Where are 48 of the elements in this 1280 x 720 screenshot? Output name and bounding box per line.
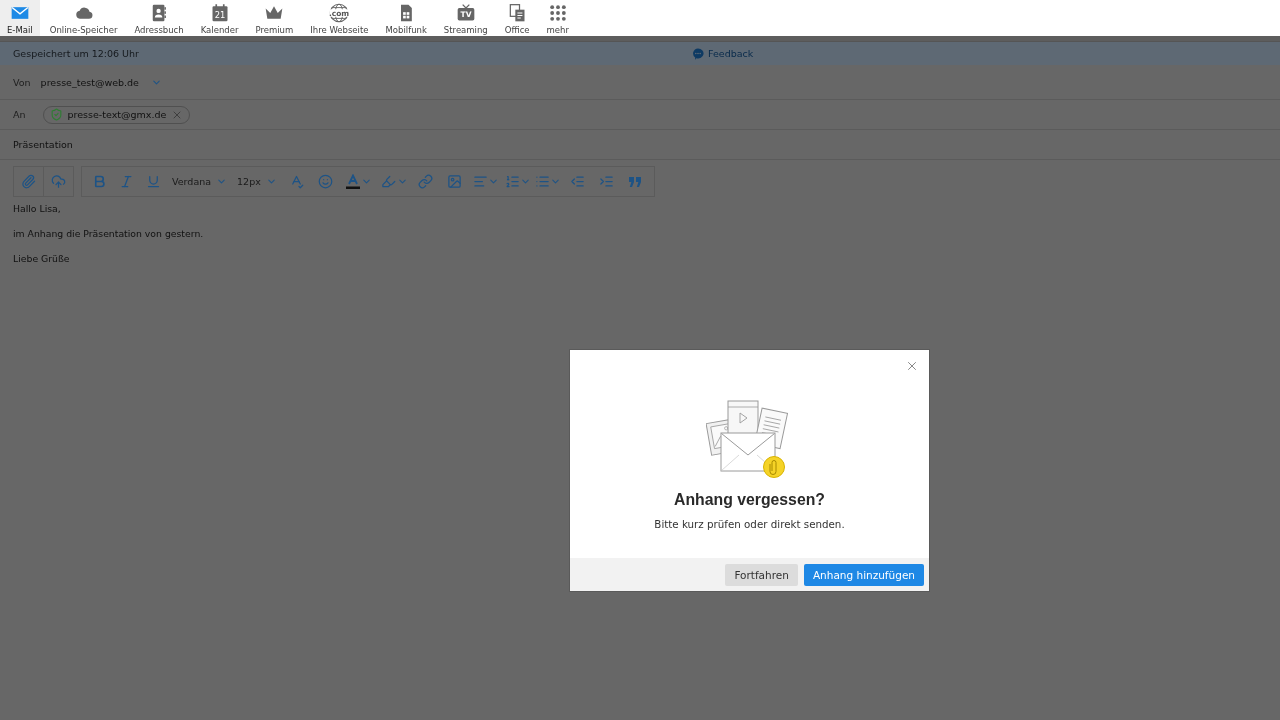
bold-icon[interactable] <box>92 174 107 189</box>
emoji-icon[interactable] <box>317 174 333 189</box>
nav-tab[interactable]: TV Streaming <box>436 0 495 36</box>
nav-tab[interactable]: Adressbuch <box>127 0 191 36</box>
close-icon[interactable] <box>905 359 919 373</box>
quote-icon[interactable] <box>628 176 641 187</box>
dialog-message: Bitte kurz prüfen oder direkt senden. <box>654 518 845 530</box>
nav-tab[interactable]: .com Ihre Webseite <box>303 0 376 36</box>
image-icon[interactable] <box>446 174 462 189</box>
continue-button[interactable]: Fortfahren <box>725 563 798 586</box>
nav-tab[interactable]: mehr <box>539 0 576 36</box>
nav-tab[interactable]: Office <box>497 0 537 36</box>
highlighter-icon[interactable] <box>380 174 396 189</box>
nav-tab[interactable]: 21 Kalender <box>193 0 246 36</box>
chevron-down-icon[interactable] <box>216 176 228 187</box>
bullet-list-icon[interactable] <box>534 174 550 189</box>
to-label: An <box>13 109 26 120</box>
chevron-down-icon[interactable] <box>519 176 531 187</box>
underline-icon[interactable] <box>146 174 161 189</box>
dialog-title: Anhang vergessen? <box>674 491 825 509</box>
chevron-down-icon[interactable] <box>265 176 277 187</box>
chevron-down-icon[interactable] <box>396 176 408 187</box>
link-icon[interactable] <box>417 174 433 189</box>
italic-icon[interactable] <box>119 174 134 189</box>
add-attachment-button[interactable]: Anhang hinzufügen <box>803 563 924 586</box>
nav-tab[interactable]: Premium <box>248 0 301 36</box>
documents-icon <box>507 3 528 23</box>
message-paragraph: im Anhang die Präsentation von gestern. <box>13 227 205 241</box>
globe-icon: .com <box>329 3 350 23</box>
cloud-upload-icon[interactable] <box>51 174 66 189</box>
outdent-icon[interactable] <box>569 174 585 189</box>
nav-tab[interactable]: Mobilfunk <box>378 0 434 36</box>
text-color-icon[interactable] <box>345 174 360 189</box>
app-grid-icon <box>547 3 568 23</box>
indent-icon[interactable] <box>598 174 614 189</box>
chevron-down-icon[interactable] <box>487 176 499 187</box>
chat-bubble-icon[interactable] <box>692 47 704 60</box>
saved-status-text: Gespeichert um 12:06 Uhr <box>13 48 140 59</box>
nav-tab[interactable]: Online-Speicher <box>42 0 125 36</box>
align-left-icon[interactable] <box>472 174 488 189</box>
nav-tab[interactable]: E-Mail <box>0 0 40 36</box>
chevron-down-icon[interactable] <box>549 176 561 187</box>
message-paragraph: Liebe Grüße <box>13 252 71 266</box>
from-label: Von <box>13 76 31 88</box>
recipient-address: presse-text@gmx.de <box>67 109 167 120</box>
message-paragraph: Hallo Lisa, <box>13 202 62 216</box>
numbered-list-icon[interactable] <box>504 174 520 189</box>
paperclip-icon[interactable] <box>21 174 36 189</box>
